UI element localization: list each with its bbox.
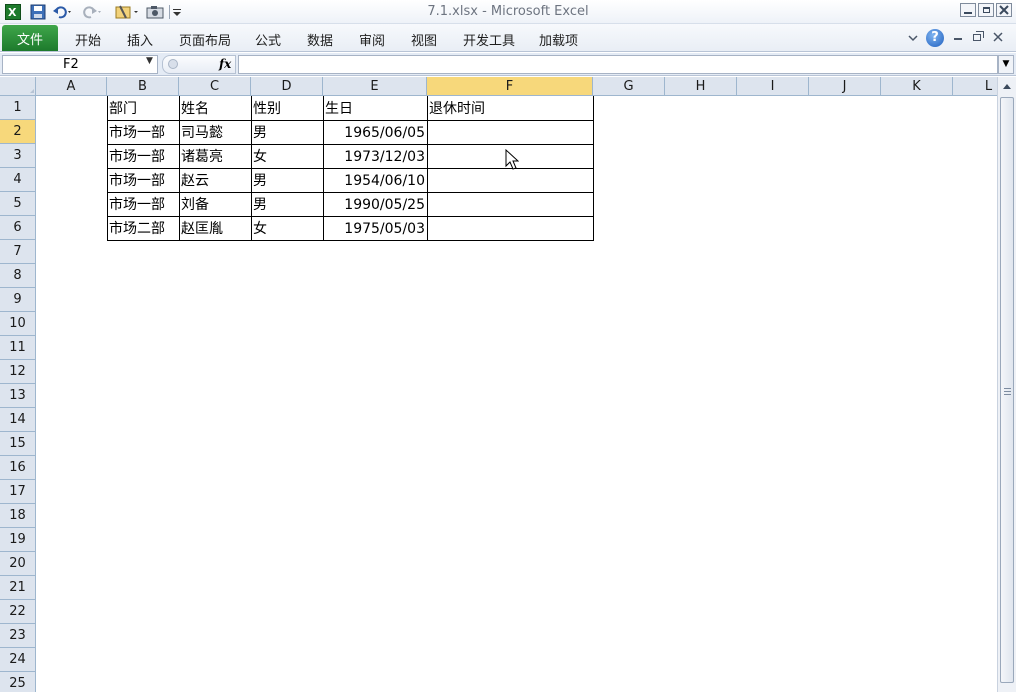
table-cell[interactable]: 市场一部 [107, 169, 179, 193]
tab-data[interactable]: 数据 [307, 30, 333, 49]
column-header-a[interactable]: A [36, 77, 107, 96]
formula-bar: F2 ▼ fx ▼ [0, 53, 1016, 76]
vertical-scrollbar[interactable] [997, 77, 1016, 692]
row-header-15[interactable]: 15 [0, 432, 36, 456]
table-cell[interactable]: 男 [251, 193, 323, 217]
table-header-cell[interactable]: 部门 [107, 97, 179, 121]
table-cell[interactable]: 1975/05/03 [323, 217, 427, 241]
scroll-up-icon[interactable] [1001, 80, 1013, 92]
tab-review[interactable]: 审阅 [359, 30, 385, 49]
table-header-cell[interactable]: 姓名 [179, 97, 251, 121]
close-icon[interactable] [996, 3, 1012, 17]
column-header-k[interactable]: K [881, 77, 953, 96]
workbook-close-icon[interactable] [992, 31, 1004, 43]
select-all-corner[interactable] [0, 77, 36, 96]
ribbon-tabs: 文件 开始 插入 页面布局 公式 数据 审阅 视图 开发工具 加载项 ? [0, 24, 1016, 52]
table-cell[interactable] [427, 217, 593, 241]
table-cell[interactable] [427, 121, 593, 145]
row-header-20[interactable]: 20 [0, 552, 36, 576]
row-header-4[interactable]: 4 [0, 168, 36, 192]
vertical-scrollbar-thumb[interactable] [1000, 97, 1014, 683]
table-cell[interactable]: 男 [251, 169, 323, 193]
ribbon-collapse-icon[interactable] [906, 31, 920, 45]
table-cell[interactable] [427, 169, 593, 193]
formula-bar-handle-icon[interactable] [168, 59, 178, 69]
row-header-9[interactable]: 9 [0, 288, 36, 312]
row-header-23[interactable]: 23 [0, 624, 36, 648]
table-cell[interactable]: 1954/06/10 [323, 169, 427, 193]
row-header-3[interactable]: 3 [0, 144, 36, 168]
row-header-25[interactable]: 25 [0, 672, 36, 692]
column-header-h[interactable]: H [665, 77, 737, 96]
row-header-24[interactable]: 24 [0, 648, 36, 672]
workbook-minimize-icon[interactable] [952, 32, 964, 44]
row-header-6[interactable]: 6 [0, 216, 36, 240]
insert-function-icon[interactable]: fx [219, 57, 231, 71]
table-cell[interactable]: 司马懿 [179, 121, 251, 145]
table-cell[interactable]: 市场二部 [107, 217, 179, 241]
help-icon[interactable]: ? [926, 29, 944, 47]
table-cell[interactable]: 市场一部 [107, 121, 179, 145]
workbook-restore-icon[interactable] [972, 31, 984, 43]
column-header-j[interactable]: J [809, 77, 881, 96]
formula-input[interactable] [238, 55, 998, 74]
tab-view[interactable]: 视图 [411, 30, 437, 49]
table-header-cell[interactable]: 退休时间 [427, 97, 593, 121]
table-cell[interactable]: 刘备 [179, 193, 251, 217]
row-header-18[interactable]: 18 [0, 504, 36, 528]
row-header-17[interactable]: 17 [0, 480, 36, 504]
tab-developer[interactable]: 开发工具 [463, 30, 515, 49]
tab-formulas[interactable]: 公式 [255, 30, 281, 49]
name-box-dropdown-icon[interactable]: ▼ [146, 56, 153, 66]
tab-page-layout[interactable]: 页面布局 [179, 30, 231, 49]
row-header-8[interactable]: 8 [0, 264, 36, 288]
row-header-16[interactable]: 16 [0, 456, 36, 480]
table-gridline [593, 96, 594, 240]
table-cell[interactable]: 1965/06/05 [323, 121, 427, 145]
restore-icon[interactable] [978, 3, 994, 17]
column-header-e[interactable]: E [323, 77, 427, 96]
table-cell[interactable]: 1990/05/25 [323, 193, 427, 217]
row-header-11[interactable]: 11 [0, 336, 36, 360]
table-cell[interactable]: 女 [251, 145, 323, 169]
row-header-7[interactable]: 7 [0, 240, 36, 264]
table-cell[interactable]: 女 [251, 217, 323, 241]
column-header-c[interactable]: C [179, 77, 251, 96]
table-cell[interactable]: 赵云 [179, 169, 251, 193]
row-header-10[interactable]: 10 [0, 312, 36, 336]
table-cell[interactable] [427, 193, 593, 217]
row-header-19[interactable]: 19 [0, 528, 36, 552]
table-cell[interactable]: 赵匡胤 [179, 217, 251, 241]
table-cell[interactable]: 市场一部 [107, 193, 179, 217]
column-header-f[interactable]: F [427, 77, 593, 96]
row-header-13[interactable]: 13 [0, 384, 36, 408]
name-box[interactable]: F2 [2, 55, 158, 74]
mouse-cursor-icon [505, 149, 519, 170]
column-header-i[interactable]: I [737, 77, 809, 96]
row-header-12[interactable]: 12 [0, 360, 36, 384]
table-cell[interactable]: 诸葛亮 [179, 145, 251, 169]
title-bar: X 7.1.xlsx - Microsoft Excel [0, 0, 1016, 24]
tab-home[interactable]: 开始 [75, 30, 101, 49]
row-header-2[interactable]: 2 [0, 120, 36, 144]
window-title: 7.1.xlsx - Microsoft Excel [427, 4, 589, 19]
row-header-14[interactable]: 14 [0, 408, 36, 432]
column-header-b[interactable]: B [107, 77, 179, 96]
tab-insert[interactable]: 插入 [127, 30, 153, 49]
tab-addins[interactable]: 加载项 [539, 30, 578, 49]
column-header-g[interactable]: G [593, 77, 665, 96]
row-header-21[interactable]: 21 [0, 576, 36, 600]
table-cell[interactable]: 男 [251, 121, 323, 145]
table-cell[interactable]: 市场一部 [107, 145, 179, 169]
row-header-22[interactable]: 22 [0, 600, 36, 624]
tab-file[interactable]: 文件 [2, 25, 58, 51]
table-header-cell[interactable]: 生日 [323, 97, 427, 121]
row-header-5[interactable]: 5 [0, 192, 36, 216]
row-header-1[interactable]: 1 [0, 96, 36, 120]
column-header-d[interactable]: D [251, 77, 323, 96]
minimize-icon[interactable] [960, 3, 976, 17]
expand-formula-bar-icon[interactable]: ▼ [998, 55, 1014, 74]
table-cell[interactable]: 1973/12/03 [323, 145, 427, 169]
table-header-cell[interactable]: 性别 [251, 97, 323, 121]
